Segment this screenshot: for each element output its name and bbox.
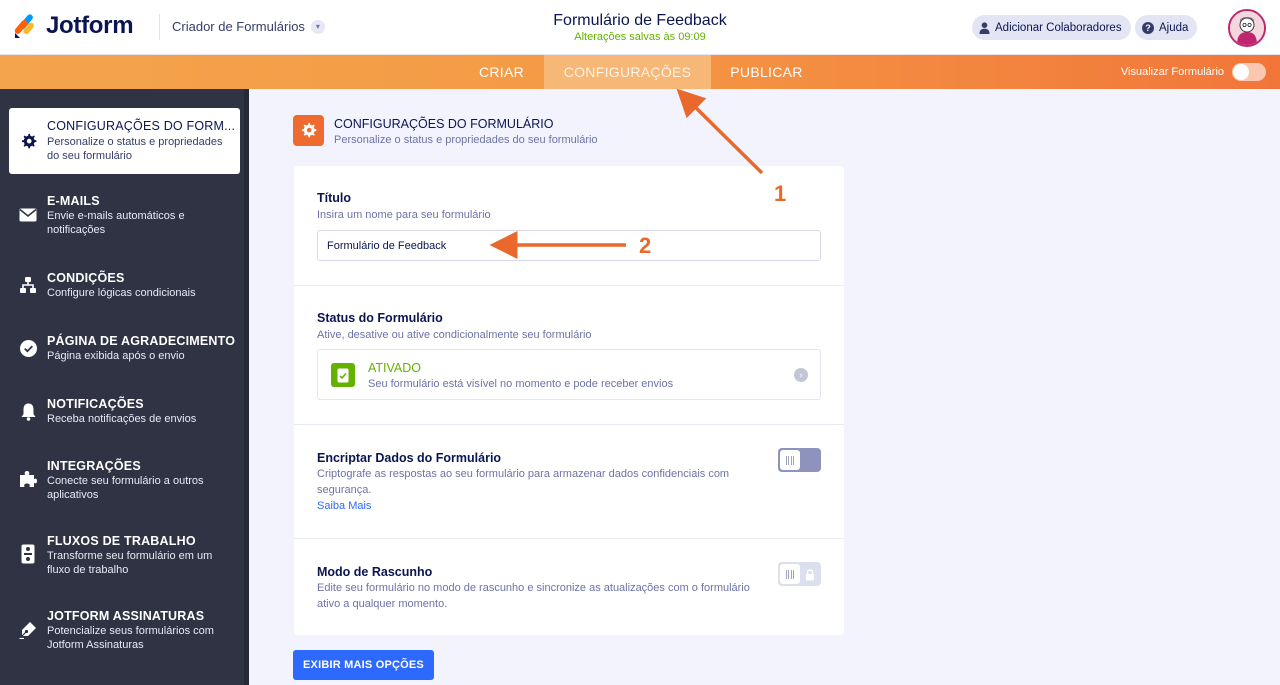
form-status-selector[interactable]: ATIVADO Seu formulário está visível no m… [317, 349, 821, 400]
gear-icon [18, 131, 38, 151]
avatar[interactable] [1228, 9, 1266, 47]
question-icon: ? [1142, 21, 1154, 34]
header-divider [159, 14, 160, 40]
add-collaborators-button[interactable]: Adicionar Colaboradores [972, 15, 1131, 40]
section-title: CONFIGURAÇÕES DO FORMULÁRIO [334, 117, 554, 131]
sidebar-item-desc: Personalize o status e propriedades do s… [47, 136, 223, 162]
preview-switch[interactable] [1232, 63, 1266, 81]
add-collaborators-label: Adicionar Colaboradores [995, 21, 1122, 34]
lock-icon [805, 568, 815, 586]
divider [294, 285, 844, 286]
settings-sidebar [0, 89, 249, 685]
annotation-marker-2: 2 [639, 233, 652, 258]
tab-configuracoes[interactable]: CONFIGURAÇÕES [544, 55, 711, 89]
envelope-icon [18, 205, 38, 225]
hierarchy-icon [18, 275, 38, 295]
sidebar-item-desc: Conecte seu formulário a outros aplicati… [47, 475, 204, 501]
show-more-options-button[interactable]: EXIBIR MAIS OPÇÕES [293, 650, 434, 680]
form-enabled-icon [331, 363, 355, 387]
preview-form-label: Visualizar Formulário [1120, 66, 1224, 78]
form-settings-card: Título Insira um nome para seu formulári… [294, 166, 844, 635]
sidebar-item-desc: Receba notificações de envios [47, 413, 197, 425]
divider [294, 538, 844, 539]
sidebar-item-desc: Configure lógicas condicionais [47, 287, 196, 299]
help-button[interactable]: ? Ajuda [1135, 15, 1198, 40]
sidebar-item-desc: Transforme seu formulário em um fluxo de… [47, 550, 213, 576]
section-subtitle: Personalize o status e propriedades do s… [334, 134, 598, 146]
help-label: Ajuda [1159, 21, 1189, 34]
workflow-icon [18, 544, 38, 564]
encrypt-label: Encriptar Dados do Formulário [317, 451, 502, 465]
logo-text: Jotform [46, 12, 134, 39]
sidebar-item-title: INTEGRAÇÕES [47, 459, 141, 473]
builder-dropdown[interactable]: Criador de Formulários ▾ [172, 19, 325, 34]
status-label: Status do Formulário [317, 311, 443, 325]
divider [294, 424, 844, 425]
status-hint: Ative, desative ou ative condicionalment… [317, 329, 592, 341]
sidebar-item-title: PÁGINA DE AGRADECIMENTO [47, 334, 236, 348]
draft-mode-toggle[interactable] [778, 562, 821, 586]
sidebar-item-notifications[interactable]: NOTIFICAÇÕES Receba notificações de envi… [9, 397, 240, 429]
sidebar-item-desc: Envie e-mails automáticos e notificações [47, 210, 185, 236]
chevron-right-icon: › [794, 368, 808, 382]
user-icon [979, 21, 990, 34]
saved-status: Alterações salvas às 09:09 [574, 31, 706, 43]
builder-dropdown-label: Criador de Formulários [172, 19, 305, 34]
signature-pen-icon [18, 620, 38, 640]
chevron-down-icon: ▾ [310, 19, 325, 34]
sidebar-item-desc: Página exibida após o envio [47, 350, 185, 362]
sidebar-item-title: JOTFORM ASSINATURAS [47, 609, 205, 623]
sidebar-item-desc: Potencialize seus formulários com Jotfor… [47, 625, 214, 651]
preview-form-toggle[interactable]: Visualizar Formulário [1121, 63, 1266, 81]
learn-more-link[interactable]: Saiba Mais [317, 500, 371, 512]
jotform-logo[interactable]: Jotform [14, 12, 134, 40]
status-state: ATIVADO [368, 361, 422, 375]
jotform-logo-icon [14, 13, 38, 39]
annotation-arrow-1 [676, 88, 764, 175]
builder-nav: CRIAR CONFIGURAÇÕES PUBLICAR Visualizar … [0, 55, 1280, 89]
tab-criar[interactable]: CRIAR [459, 55, 544, 89]
check-circle-icon [18, 338, 38, 358]
top-bar: Jotform Criador de Formulários ▾ Formulá… [0, 0, 1280, 55]
sidebar-item-title: NOTIFICAÇÕES [47, 397, 144, 411]
form-title[interactable]: Formulário de Feedback [440, 12, 840, 30]
sidebar-scrollbar[interactable] [244, 89, 249, 685]
sidebar-item-thank-you-page[interactable]: PÁGINA DE AGRADECIMENTO Página exibida a… [9, 334, 240, 366]
draft-mode-label: Modo de Rascunho [317, 565, 433, 579]
sidebar-item-title: CONDIÇÕES [47, 271, 125, 285]
toggle-knob [780, 564, 800, 584]
sidebar-item-title: CONFIGURAÇÕES DO FORM... [47, 119, 236, 133]
sidebar-item-workflows[interactable]: FLUXOS DE TRABALHO Transforme seu formul… [9, 534, 240, 582]
status-state-desc: Seu formulário está visível no momento e… [368, 378, 674, 390]
encrypt-toggle[interactable] [778, 448, 821, 472]
bell-icon [18, 402, 38, 422]
tab-publicar[interactable]: PUBLICAR [711, 55, 822, 89]
sidebar-item-title: FLUXOS DE TRABALHO [47, 534, 196, 548]
title-label: Título [317, 191, 352, 205]
sidebar-item-jotform-sign[interactable]: JOTFORM ASSINATURAS Potencialize seus fo… [9, 609, 240, 657]
draft-mode-hint: Edite seu formulário no modo de rascunho… [317, 582, 750, 610]
sidebar-item-conditions[interactable]: CONDIÇÕES Configure lógicas condicionais [9, 271, 240, 303]
title-input[interactable]: Formulário de Feedback [317, 230, 821, 261]
encrypt-hint: Criptografe as respostas ao seu formulár… [317, 468, 730, 496]
toggle-knob [780, 450, 800, 470]
sidebar-item-title: E-MAILS [47, 194, 100, 208]
annotation-marker-1: 1 [774, 181, 787, 206]
gear-icon [293, 115, 324, 146]
sidebar-item-integrations[interactable]: INTEGRAÇÕES Conecte seu formulário a out… [9, 459, 240, 507]
sidebar-item-form-settings[interactable]: CONFIGURAÇÕES DO FORM... Personalize o s… [9, 108, 240, 174]
puzzle-icon [18, 469, 38, 489]
title-hint: Insira um nome para seu formulário [317, 209, 491, 221]
sidebar-item-emails[interactable]: E-MAILS Envie e-mails automáticos e noti… [9, 194, 240, 244]
